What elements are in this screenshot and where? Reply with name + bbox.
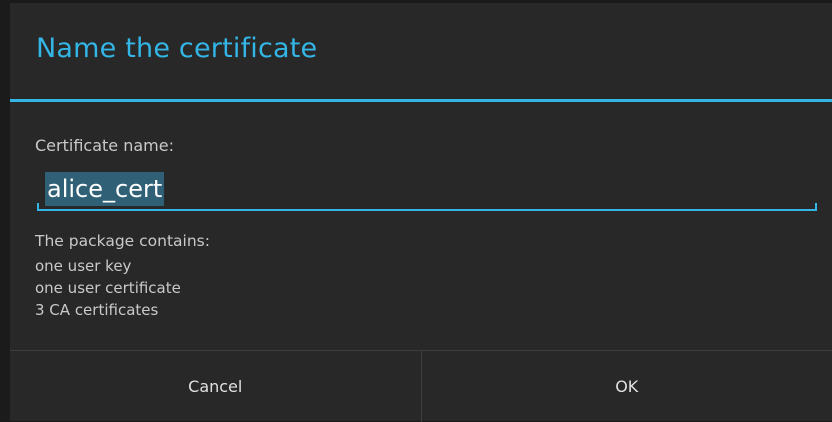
certificate-name-value[interactable]: alice_cert <box>45 172 164 206</box>
dialog-title: Name the certificate <box>36 33 317 64</box>
package-item-user-certificate: one user certificate <box>35 277 210 299</box>
ok-button[interactable]: OK <box>422 351 832 422</box>
dialog-button-bar: Cancel OK <box>10 350 832 422</box>
certificate-name-input[interactable]: alice_cert <box>35 166 825 216</box>
package-item-ca-certificates: 3 CA certificates <box>35 299 210 321</box>
package-contents-heading: The package contains: <box>35 230 210 252</box>
package-contents: The package contains: one user key one u… <box>35 230 210 321</box>
input-underline-right-tick <box>815 203 817 211</box>
cancel-button[interactable]: Cancel <box>10 351 422 422</box>
background-edge <box>0 0 10 421</box>
package-item-user-key: one user key <box>35 255 210 277</box>
title-divider <box>10 99 832 102</box>
name-certificate-dialog: Name the certificate Certificate name: a… <box>10 3 832 421</box>
certificate-name-label: Certificate name: <box>35 136 174 155</box>
input-underline <box>37 209 817 211</box>
